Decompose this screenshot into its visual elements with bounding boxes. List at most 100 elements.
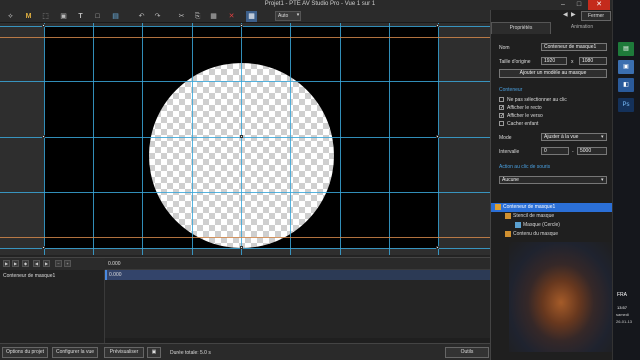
track-duration-bar[interactable] bbox=[105, 270, 250, 280]
configure-view-button[interactable]: Configurer la vue bbox=[52, 347, 98, 358]
tree-item-circle-mask[interactable]: Masque (Cercle) bbox=[491, 221, 613, 230]
resize-handle[interactable] bbox=[436, 135, 439, 138]
guide-line bbox=[192, 23, 193, 255]
delete-icon[interactable]: ✕ bbox=[226, 11, 237, 22]
guide-line bbox=[290, 23, 291, 255]
chevron-down-icon[interactable]: ▾ bbox=[601, 177, 604, 183]
size-times-label: x bbox=[571, 59, 574, 65]
resize-handle[interactable] bbox=[436, 246, 439, 249]
maximize-button[interactable]: □ bbox=[572, 0, 586, 10]
interval-end-field[interactable]: 5000 bbox=[577, 147, 607, 155]
guide-line bbox=[0, 137, 490, 138]
prev-keyframe-icon[interactable]: ◀ bbox=[33, 260, 40, 267]
picture-tool-icon[interactable]: ▣ bbox=[58, 11, 69, 22]
tab-animation[interactable]: Animation bbox=[552, 22, 612, 34]
center-handle[interactable] bbox=[240, 135, 243, 138]
mask-container-icon bbox=[495, 203, 501, 210]
track-name[interactable]: Conteneur de masque1 bbox=[3, 273, 55, 279]
guide-line bbox=[44, 23, 45, 255]
guide-line bbox=[0, 248, 490, 249]
clock-day: samedi bbox=[616, 312, 629, 317]
resize-handle[interactable] bbox=[42, 135, 45, 138]
tree-item-label: Contenu du masque bbox=[513, 231, 559, 237]
tree-item-mask-content[interactable]: Contenu du masque bbox=[491, 230, 613, 239]
resize-handle[interactable] bbox=[240, 24, 243, 27]
chevron-down-icon[interactable]: ▾ bbox=[295, 12, 301, 20]
zoom-out-icon[interactable]: − bbox=[55, 260, 62, 267]
hide-child-checkbox[interactable] bbox=[499, 121, 504, 126]
text-tool-icon[interactable]: T bbox=[75, 11, 86, 22]
close-panel-button[interactable]: Fermer bbox=[581, 11, 611, 21]
app-icon[interactable]: ▣ bbox=[618, 60, 634, 74]
project-options-button[interactable]: Options du projet bbox=[2, 347, 48, 358]
slide-canvas-area[interactable] bbox=[0, 23, 490, 255]
name-field[interactable]: Conteneur de masque1 bbox=[541, 43, 607, 51]
wallpaper-art bbox=[509, 242, 613, 352]
add-keyframe-icon[interactable]: ◆ bbox=[22, 260, 29, 267]
resize-handle[interactable] bbox=[42, 24, 45, 27]
app-icon[interactable]: ◧ bbox=[618, 78, 634, 92]
redo-icon[interactable]: ↷ bbox=[152, 11, 163, 22]
tree-item-stencil[interactable]: Stencil de masque bbox=[491, 212, 613, 221]
mode-select[interactable]: Ajuster à la vue bbox=[541, 133, 607, 141]
interval-start-field[interactable]: 0 bbox=[541, 147, 569, 155]
mode-label: Mode bbox=[499, 135, 512, 141]
timeline-track[interactable]: 0.000 bbox=[105, 270, 490, 280]
undo-icon[interactable]: ↶ bbox=[136, 11, 147, 22]
mask-tool-icon[interactable]: M bbox=[23, 11, 34, 22]
timeline-ruler[interactable]: 0.000 bbox=[105, 258, 490, 270]
close-window-button[interactable]: ✕ bbox=[588, 0, 610, 10]
show-recto-label: Afficher le recto bbox=[507, 105, 542, 111]
language-indicator[interactable]: FRA bbox=[617, 292, 627, 298]
paste-icon[interactable]: ▦ bbox=[208, 11, 219, 22]
height-field[interactable]: 1080 bbox=[579, 57, 607, 65]
tools-button[interactable]: Outils bbox=[445, 347, 489, 358]
photoshop-icon[interactable]: Ps bbox=[618, 98, 634, 112]
show-recto-checkbox[interactable]: ✓ bbox=[499, 105, 504, 111]
resize-handle[interactable] bbox=[436, 24, 439, 27]
preview-settings-icon[interactable]: ▣ bbox=[147, 347, 161, 358]
next-object-icon[interactable]: ▶ bbox=[571, 11, 576, 18]
tree-item-container[interactable]: Conteneur de masque1 bbox=[491, 203, 613, 212]
previous-object-icon[interactable]: ◀ bbox=[563, 11, 568, 18]
minimize-button[interactable]: – bbox=[556, 0, 570, 10]
copy-icon[interactable]: ⎘ bbox=[192, 11, 203, 22]
resize-handle[interactable] bbox=[42, 246, 45, 249]
chevron-down-icon[interactable]: ▾ bbox=[601, 134, 604, 140]
app-window: Projet1 - PTE AV Studio Pro - Vue 1 sur … bbox=[0, 0, 640, 360]
preview-button[interactable]: Prévisualiser bbox=[104, 347, 144, 358]
hide-child-label: Cacher enfant bbox=[507, 121, 539, 127]
click-action-select[interactable]: Aucune bbox=[499, 176, 607, 184]
next-keyframe-icon[interactable]: ▶ bbox=[43, 260, 50, 267]
guide-line-safe-zone bbox=[0, 37, 490, 38]
select-tool-icon[interactable]: ⟡ bbox=[5, 11, 16, 22]
no-select-checkbox[interactable] bbox=[499, 97, 504, 102]
app-icon[interactable]: ▤ bbox=[618, 42, 634, 56]
zoom-in-icon[interactable]: + bbox=[64, 260, 71, 267]
guide-line bbox=[241, 23, 242, 255]
content-icon bbox=[505, 230, 511, 237]
preview-label: Prévisualiser bbox=[109, 349, 139, 355]
tab-properties[interactable]: Propriétés bbox=[491, 22, 551, 34]
rectangle-tool-icon[interactable]: □ bbox=[92, 11, 103, 22]
add-model-button[interactable]: Ajouter un modèle au masque bbox=[499, 69, 607, 78]
bottom-bar: Options du projet Configurer la vue Prév… bbox=[0, 343, 490, 360]
cut-icon[interactable]: ✂ bbox=[176, 11, 187, 22]
guide-line bbox=[93, 23, 94, 255]
stencil-icon bbox=[505, 212, 511, 219]
image-tool-icon[interactable]: ▤ bbox=[110, 11, 121, 22]
clock-date: 26-01-13 bbox=[616, 319, 633, 324]
size-label: Taille d'origine bbox=[499, 59, 531, 65]
properties-panel: ◀ ▶ Fermer Propriétés Animation Nom Cont… bbox=[490, 10, 613, 360]
clock-time[interactable]: 13:57 bbox=[617, 305, 627, 310]
show-verso-checkbox[interactable]: ✓ bbox=[499, 113, 504, 119]
tree-item-label: Masque (Cercle) bbox=[523, 222, 560, 228]
width-field[interactable]: 1920 bbox=[541, 57, 567, 65]
grid-toggle-icon[interactable]: ▦ bbox=[246, 11, 257, 22]
play-icon[interactable]: ▶ bbox=[3, 260, 10, 267]
resize-handle[interactable] bbox=[240, 246, 243, 249]
guide-line-safe-zone bbox=[0, 237, 490, 238]
timeline-cursor[interactable] bbox=[105, 270, 107, 280]
crop-tool-icon[interactable]: ⬚ bbox=[40, 11, 51, 22]
play-start-icon[interactable]: ▶ bbox=[12, 260, 19, 267]
